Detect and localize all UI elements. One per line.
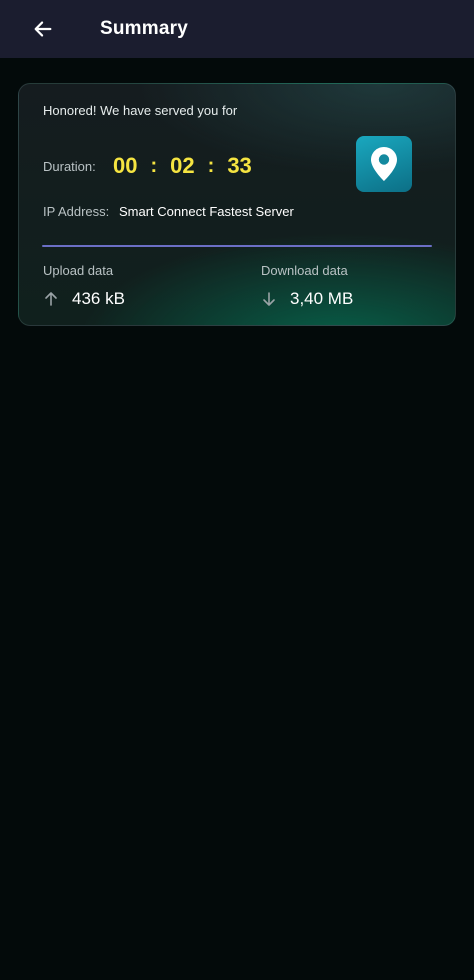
download-label: Download data bbox=[261, 263, 348, 278]
ip-address-value: Smart Connect Fastest Server bbox=[119, 204, 294, 219]
map-pin-icon bbox=[371, 147, 397, 181]
page-title: Summary bbox=[100, 18, 188, 39]
back-button[interactable] bbox=[28, 14, 58, 44]
upload-value: 436 kB bbox=[72, 289, 125, 308]
duration-separator: : bbox=[150, 154, 158, 177]
app-bar: Summary bbox=[0, 0, 474, 58]
duration-separator: : bbox=[207, 154, 215, 177]
connection-summary-card: Honored! We have served you for Duration… bbox=[18, 83, 456, 326]
ip-address-label: IP Address: bbox=[43, 204, 110, 219]
upload-label: Upload data bbox=[43, 263, 114, 278]
duration-minutes: 02 bbox=[170, 153, 195, 178]
arrow-down-icon bbox=[263, 292, 275, 306]
location-badge bbox=[356, 136, 412, 192]
divider bbox=[42, 245, 432, 247]
download-value: 3,40 MB bbox=[290, 289, 354, 308]
duration-timer: 00 : 02 : 33 bbox=[113, 153, 252, 179]
served-message: Honored! We have served you for bbox=[43, 103, 238, 118]
duration-hours: 00 bbox=[113, 153, 138, 178]
duration-label: Duration: bbox=[43, 159, 96, 174]
arrow-up-icon bbox=[45, 292, 57, 306]
arrow-left-icon bbox=[34, 21, 52, 37]
duration-seconds: 33 bbox=[227, 153, 252, 178]
